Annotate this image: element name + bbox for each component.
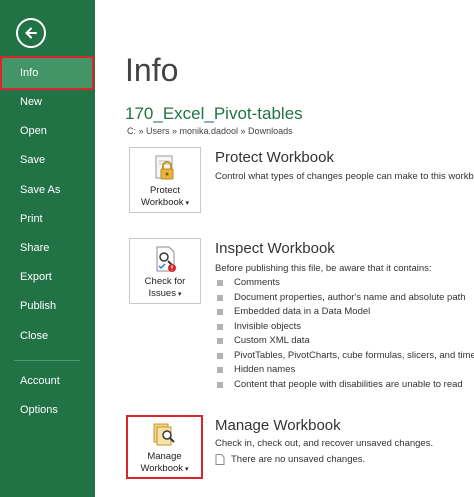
sidebar-item-options[interactable]: Options	[0, 395, 95, 425]
document-icon	[215, 454, 225, 465]
bullet-icon	[217, 294, 223, 301]
bullet-icon	[217, 338, 223, 344]
back-button[interactable]	[16, 18, 46, 48]
dropdown-caret-icon: ▾	[177, 291, 182, 298]
bullet-icon	[217, 323, 223, 330]
bullet-icon	[217, 280, 223, 286]
list-item: Content that people with disabilities ar…	[215, 378, 474, 393]
protect-title: Protect Workbook	[215, 149, 334, 166]
inspect-title: Inspect Workbook	[215, 240, 335, 257]
protect-description: Control what types of changes people can…	[215, 171, 474, 182]
sidebar-item-close[interactable]: Close	[0, 321, 95, 351]
dropdown-caret-icon: ▾	[185, 466, 189, 473]
bullet-icon	[217, 381, 223, 388]
sidebar-item-save-as[interactable]: Save As	[0, 175, 95, 205]
manage-workbook-button[interactable]: Manage Workbook ▾	[126, 415, 203, 479]
sidebar-item-save[interactable]: Save	[0, 145, 95, 175]
list-item: PivotTables, PivotCharts, cube formulas,…	[215, 349, 474, 364]
manage-title: Manage Workbook	[215, 417, 341, 434]
info-panel: Info 170_Excel_Pivot-tables C: » Users »…	[95, 0, 474, 497]
bullet-icon	[217, 367, 223, 373]
sidebar-item-new[interactable]: New	[0, 87, 95, 117]
list-item: Custom XML data	[215, 334, 474, 349]
back-arrow-icon	[25, 27, 37, 39]
sidebar-item-export[interactable]: Export	[0, 262, 95, 292]
list-item: Hidden names	[215, 363, 474, 378]
sidebar-divider	[14, 360, 80, 361]
sidebar-item-print[interactable]: Print	[0, 204, 95, 234]
manage-workbook-icon	[153, 423, 175, 446]
list-item: Document properties, author's name and a…	[215, 291, 474, 306]
protect-workbook-button[interactable]: Protect Workbook ▾	[129, 147, 201, 213]
lock-icon	[155, 155, 174, 180]
sidebar-item-publish[interactable]: Publish	[0, 291, 95, 321]
page-title: Info	[125, 52, 179, 88]
manage-button-label: Manage Workbook ▾	[140, 451, 189, 474]
sidebar-item-info[interactable]: Info	[0, 56, 94, 90]
list-item: Embedded data in a Data Model	[215, 305, 474, 320]
dropdown-caret-icon: ▾	[185, 200, 190, 207]
protect-button-label: Protect Workbook ▾	[140, 185, 190, 208]
unsaved-changes-note: There are no unsaved changes.	[215, 454, 365, 465]
list-item: Comments	[215, 276, 474, 291]
sidebar-item-account[interactable]: Account	[0, 366, 95, 396]
bullet-icon	[217, 309, 223, 315]
sidebar-item-share[interactable]: Share	[0, 233, 95, 263]
inspect-button-label: Check for Issues ▾	[144, 276, 186, 299]
manage-description: Check in, check out, and recover unsaved…	[215, 438, 434, 449]
inspect-list: Comments Document properties, author's n…	[215, 276, 474, 392]
check-for-issues-button[interactable]: Check for Issues ▾	[129, 238, 201, 304]
backstage-sidebar: Info New Open Save Save As Print Share E…	[0, 0, 95, 497]
inspect-document-icon	[156, 246, 176, 272]
sidebar-item-open[interactable]: Open	[0, 116, 95, 146]
inspect-description: Before publishing this file, be aware th…	[215, 263, 432, 274]
file-path: C: » Users » monika.dadool » Downloads	[127, 126, 293, 136]
list-item: Invisible objects	[215, 320, 474, 335]
bullet-icon	[217, 352, 223, 359]
file-name: 170_Excel_Pivot-tables	[125, 104, 303, 123]
